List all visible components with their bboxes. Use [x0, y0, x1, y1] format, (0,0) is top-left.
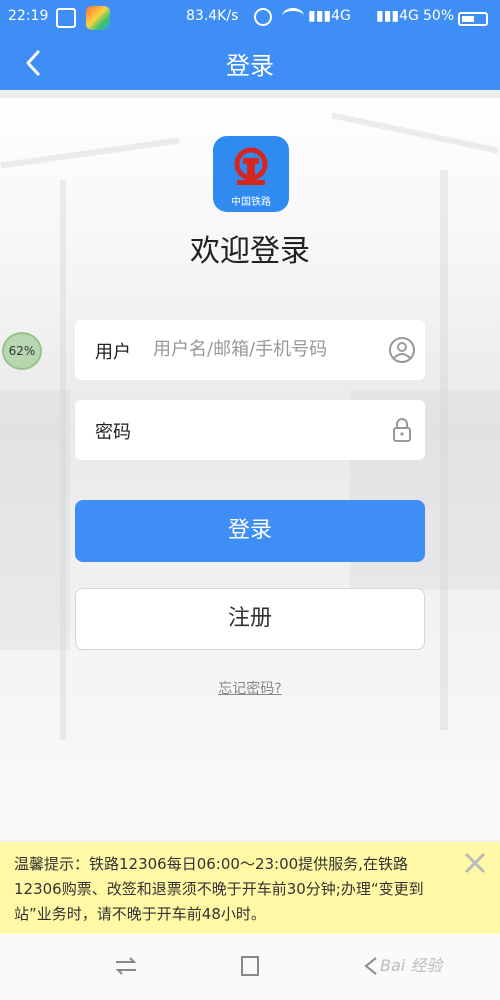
app-icon: [86, 6, 110, 30]
chevron-left-icon: [26, 50, 40, 76]
username-field: 用户: [75, 320, 425, 380]
menu-switch-icon[interactable]: [112, 954, 140, 978]
status-bar: 22:19 83.4K/s ▮▮▮4G ▮▮▮4G 50%: [0, 0, 500, 34]
wifi-icon: [282, 8, 304, 24]
scan-icon: [56, 8, 76, 28]
password-input[interactable]: [153, 412, 383, 446]
signal-1: ▮▮▮4G: [308, 8, 351, 24]
logo-label: 中国铁路: [231, 197, 271, 208]
home-icon[interactable]: [236, 954, 264, 978]
top-bar: 22:19 83.4K/s ▮▮▮4G ▮▮▮4G 50% 登录: [0, 0, 500, 90]
username-label: 用户: [95, 342, 131, 363]
user-icon: [389, 337, 415, 363]
signal-2: ▮▮▮4G: [376, 8, 419, 24]
battery-level: 50%: [423, 8, 455, 24]
forgot-password-wrap: 忘记密码?: [0, 678, 500, 698]
floating-badge[interactable]: 62%: [2, 332, 42, 370]
railway-logo-icon: [234, 147, 268, 185]
close-icon[interactable]: [462, 850, 488, 876]
login-button[interactable]: 登录: [75, 500, 425, 562]
password-label: 密码: [95, 422, 131, 443]
alarm-icon: [254, 8, 272, 26]
battery-icon: [458, 12, 488, 26]
username-input[interactable]: [153, 332, 383, 366]
notice-text: 温馨提示：铁路12306每日06:00～23:00提供服务,在铁路12306购票…: [14, 855, 424, 923]
forgot-password-link[interactable]: 忘记密码?: [218, 681, 281, 697]
network-speed: 83.4K/s: [186, 8, 239, 24]
app-logo: 中国铁路: [213, 136, 289, 212]
page-title: 登录: [226, 52, 274, 80]
notice-banner: 温馨提示：铁路12306每日06:00～23:00提供服务,在铁路12306购票…: [0, 842, 500, 934]
back-button[interactable]: [22, 48, 46, 78]
status-time: 22:19: [8, 8, 49, 24]
watermark: Bai 经验: [380, 956, 443, 975]
welcome-heading: 欢迎登录: [190, 234, 310, 269]
lock-icon: [393, 418, 411, 442]
password-field: 密码: [75, 400, 425, 460]
register-button[interactable]: 注册: [75, 588, 425, 650]
